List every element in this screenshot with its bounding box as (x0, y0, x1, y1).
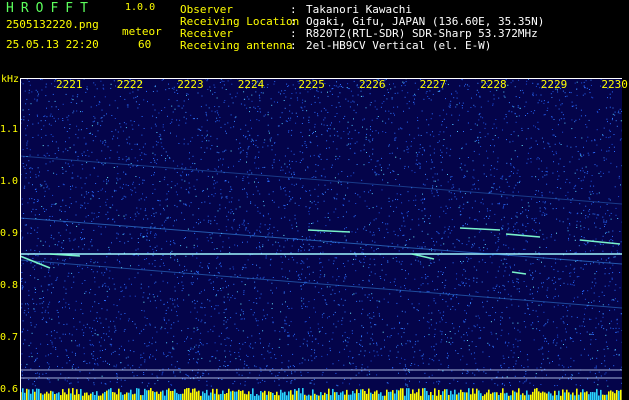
x-tick-label: 2228 (480, 78, 507, 91)
meta-separator: : (290, 15, 297, 28)
y-axis (20, 78, 21, 400)
y-tick-label: 1.1 (0, 123, 19, 135)
y-tick-label: 1.0 (0, 175, 19, 187)
location-value: Ogaki, Gifu, JAPAN (136.60E, 35.35N) (306, 15, 545, 28)
receiver-label: Receiver (180, 27, 233, 40)
x-tick-label: 2223 (177, 78, 204, 91)
unit-label: kHz (1, 74, 20, 85)
location-label: Receiving Location (180, 15, 300, 28)
spectrogram (20, 78, 622, 400)
file-name: 2505132220.png (6, 18, 99, 31)
meta-separator: : (290, 39, 297, 52)
x-tick-label: 2229 (540, 78, 568, 91)
x-tick-label: 2227 (419, 78, 447, 91)
header: HROFFT 1.0.0 2505132220.png meteor 25.05… (0, 0, 629, 74)
receiver-value: R820T2(RTL-SDR) SDR-Sharp 53.372MHz (306, 27, 538, 40)
antenna-label: Receiving antenna (180, 39, 293, 52)
spectrogram-canvas (20, 78, 622, 400)
meteor-label: meteor (122, 25, 162, 38)
timestamp: 25.05.13 22:20 (6, 38, 99, 51)
meta-separator: : (290, 27, 297, 40)
observer-label: Observer (180, 3, 233, 16)
x-tick-label: 2222 (116, 78, 144, 91)
meta-separator: : (290, 3, 297, 16)
x-tick-label: 2226 (359, 78, 386, 91)
antenna-value: 2el-HB9CV Vertical (el. E-W) (306, 39, 492, 52)
x-tick-label: 2224 (237, 78, 265, 91)
x-tick-label: 2230 (601, 78, 628, 91)
app-logo: HROFFT (6, 1, 95, 16)
y-tick-label: 0.6 (0, 383, 19, 395)
app-version: 1.0.0 (125, 2, 156, 13)
observer-value: Takanori Kawachi (306, 3, 412, 16)
meteor-count: 60 (138, 38, 152, 51)
y-tick-label: 0.7 (0, 331, 19, 343)
x-tick-label: 2221 (56, 78, 83, 91)
y-tick-label: 0.9 (0, 227, 19, 239)
noise-layer (20, 78, 622, 400)
y-tick-label: 0.8 (0, 279, 19, 291)
x-tick-label: 2225 (298, 78, 325, 91)
